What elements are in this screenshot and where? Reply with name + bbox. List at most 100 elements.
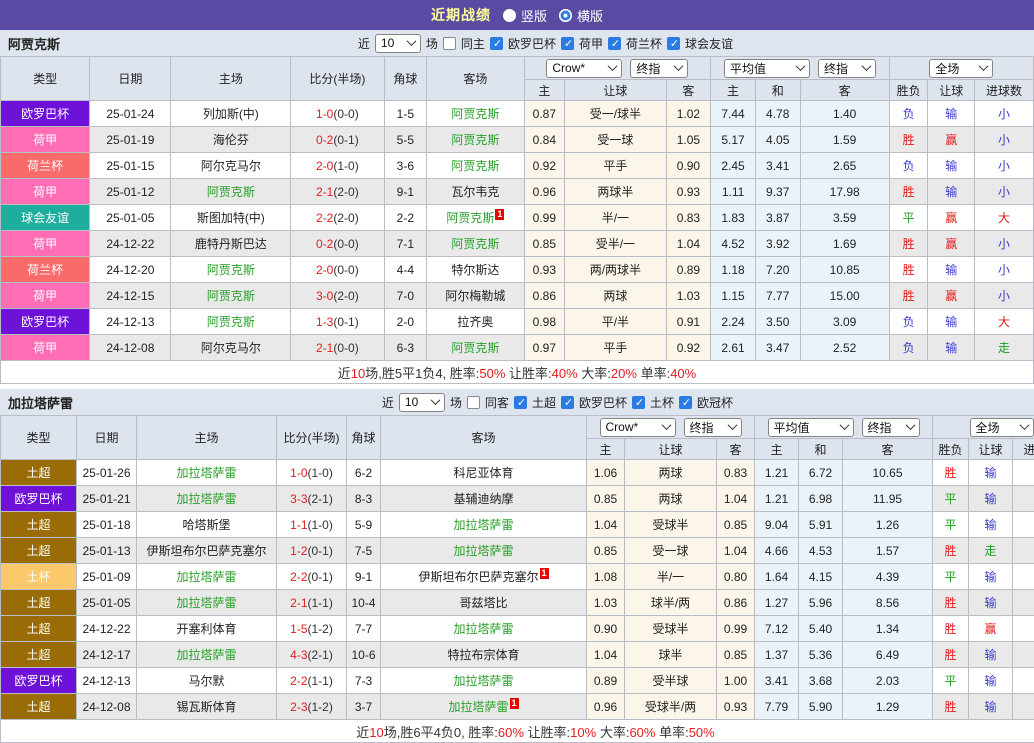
away-team-name[interactable]: 拉齐奥	[457, 315, 493, 329]
away-team-name[interactable]: 阿贾克斯	[451, 341, 499, 355]
summary-segment: 场,胜6平4负0, 胜率:	[384, 725, 498, 740]
home-team-name[interactable]: 马尔默	[188, 674, 224, 688]
average-select[interactable]: 平均值	[768, 418, 854, 437]
crow-handicap: 两/两球半	[565, 257, 666, 283]
average-select[interactable]: 平均值	[724, 59, 810, 78]
away-team-name[interactable]: 阿贾克斯	[451, 107, 499, 121]
home-team-name[interactable]: 阿贾克斯	[207, 185, 255, 199]
away-team-name[interactable]: 特拉布宗体育	[447, 648, 519, 662]
result-wdl: 平	[933, 512, 969, 538]
home-team-name[interactable]: 锡瓦斯体育	[176, 700, 236, 714]
league-checkbox-0[interactable]	[490, 37, 503, 50]
same-venue-label: 同主	[461, 35, 485, 52]
result-handicap: 输	[969, 668, 1013, 694]
home-team-name[interactable]: 阿贾克斯	[207, 315, 255, 329]
bookmaker-select[interactable]: Crow*	[546, 59, 622, 78]
home-team-name[interactable]: 加拉塔萨雷	[176, 492, 236, 506]
match-date: 25-01-24	[90, 101, 171, 127]
league-checkbox-3[interactable]	[667, 37, 680, 50]
home-team-name[interactable]: 阿尔克马尔	[201, 159, 261, 173]
away-team-name[interactable]: 加拉塔萨雷	[453, 518, 513, 532]
radio-horizontal-icon[interactable]	[559, 9, 572, 22]
league-checkbox-1[interactable]	[561, 396, 574, 409]
subcol-header-3: 主	[755, 439, 799, 460]
away-team-name[interactable]: 阿贾克斯	[451, 159, 499, 173]
layout-option-horizontal[interactable]: 横版	[559, 6, 603, 25]
away-team-name[interactable]: 阿贾克斯	[451, 133, 499, 147]
results-table: 类型日期主场比分(半场)角球客场Crow*终指平均值终指全场主让球客主和客胜负让…	[0, 56, 1034, 384]
corner-score: 7-0	[384, 283, 427, 309]
crow-home-odds: 1.04	[587, 642, 625, 668]
away-team-name[interactable]: 加拉塔萨雷	[453, 622, 513, 636]
away-team-name[interactable]: 阿尔梅勒城	[445, 289, 505, 303]
red-card-badge: 1	[540, 568, 549, 579]
final-odds-select-2[interactable]: 终指	[818, 59, 876, 78]
scope-select[interactable]: 全场	[970, 418, 1034, 437]
home-team-name[interactable]: 加拉塔萨雷	[176, 570, 236, 584]
away-team-name[interactable]: 加拉塔萨雷	[453, 674, 513, 688]
result-wdl: 负	[889, 309, 928, 335]
home-team-name[interactable]: 开塞利体育	[176, 622, 236, 636]
result-handicap: 输	[969, 694, 1013, 720]
final-odds-select[interactable]: 终指	[630, 59, 688, 78]
home-team-name[interactable]: 鹿特丹斯巴达	[195, 237, 267, 251]
bookmaker-select[interactable]: Crow*	[600, 418, 676, 437]
scope-select[interactable]: 全场	[929, 59, 993, 78]
subcol-header-8: 进球数	[1013, 439, 1034, 460]
away-team-name[interactable]: 基辅迪纳摩	[453, 492, 513, 506]
home-team-name[interactable]: 哈塔斯堡	[182, 518, 230, 532]
home-team-name[interactable]: 加拉塔萨雷	[176, 648, 236, 662]
away-team-name[interactable]: 哥兹塔比	[459, 596, 507, 610]
home-team-name[interactable]: 斯图加特(中)	[197, 211, 265, 225]
home-team-name[interactable]: 阿尔克马尔	[201, 341, 261, 355]
home-team-name[interactable]: 加拉塔萨雷	[176, 596, 236, 610]
match-count-select[interactable]: 10	[399, 393, 445, 412]
league-checkbox-2[interactable]	[632, 396, 645, 409]
league-checkbox-0[interactable]	[514, 396, 527, 409]
avg-home-odds: 1.18	[711, 257, 756, 283]
scope-group: 全场	[889, 57, 1033, 80]
same-venue-checkbox[interactable]	[467, 396, 480, 409]
home-team-name[interactable]: 加拉塔萨雷	[176, 466, 236, 480]
match-type-badge: 荷甲	[1, 283, 90, 309]
home-team: 阿贾克斯	[171, 283, 291, 309]
filter-bar: 近10场同客土超欧罗巴杯土杯欧冠杯	[381, 393, 1026, 412]
home-team-name[interactable]: 列加斯(中)	[203, 107, 259, 121]
score-cell: 0-2(0-0)	[291, 231, 384, 257]
table-row: 荷甲25-01-12阿贾克斯2-1(2-0)9-1瓦尔韦克0.96两球半0.93…	[1, 179, 1034, 205]
away-team-name[interactable]: 阿贾克斯	[446, 211, 494, 225]
home-team-name[interactable]: 海伦芬	[213, 133, 249, 147]
home-team-name[interactable]: 伊斯坦布尔巴萨克塞尔	[146, 544, 266, 558]
final-odds-select[interactable]: 终指	[684, 418, 742, 437]
home-team-name[interactable]: 阿贾克斯	[207, 263, 255, 277]
away-team-name[interactable]: 科尼亚体育	[453, 466, 513, 480]
match-date: 25-01-21	[77, 486, 137, 512]
away-team-name[interactable]: 伊斯坦布尔巴萨克塞尔	[418, 570, 538, 584]
subcol-header-2: 客	[717, 439, 755, 460]
corner-score: 5-9	[347, 512, 381, 538]
league-checkbox-2[interactable]	[608, 37, 621, 50]
avg-home-odds: 4.66	[755, 538, 799, 564]
result-wdl: 胜	[933, 616, 969, 642]
final-odds-select-2[interactable]: 终指	[862, 418, 920, 437]
crow-away-odds: 0.92	[666, 335, 711, 361]
away-team-name[interactable]: 阿贾克斯	[451, 237, 499, 251]
away-team-name[interactable]: 瓦尔韦克	[451, 185, 499, 199]
radio-vertical-icon[interactable]	[503, 9, 516, 22]
match-count-select[interactable]: 10	[375, 34, 421, 53]
away-team-name[interactable]: 特尔斯达	[451, 263, 499, 277]
layout-option-vertical[interactable]: 竖版	[503, 6, 547, 25]
away-team: 阿贾克斯	[427, 335, 524, 361]
scope-select-value: 全场	[976, 419, 1000, 436]
away-team-name[interactable]: 加拉塔萨雷	[448, 700, 508, 714]
league-checkbox-3[interactable]	[679, 396, 692, 409]
avg-away-odds: 4.39	[843, 564, 933, 590]
same-venue-checkbox[interactable]	[443, 37, 456, 50]
home-team-name[interactable]: 阿贾克斯	[207, 289, 255, 303]
league-checkbox-1[interactable]	[561, 37, 574, 50]
crow-away-odds: 1.04	[666, 231, 711, 257]
corner-score: 7-3	[347, 668, 381, 694]
away-team-name[interactable]: 加拉塔萨雷	[453, 544, 513, 558]
avg-away-odds: 2.03	[843, 668, 933, 694]
avg-away-odds: 1.29	[843, 694, 933, 720]
